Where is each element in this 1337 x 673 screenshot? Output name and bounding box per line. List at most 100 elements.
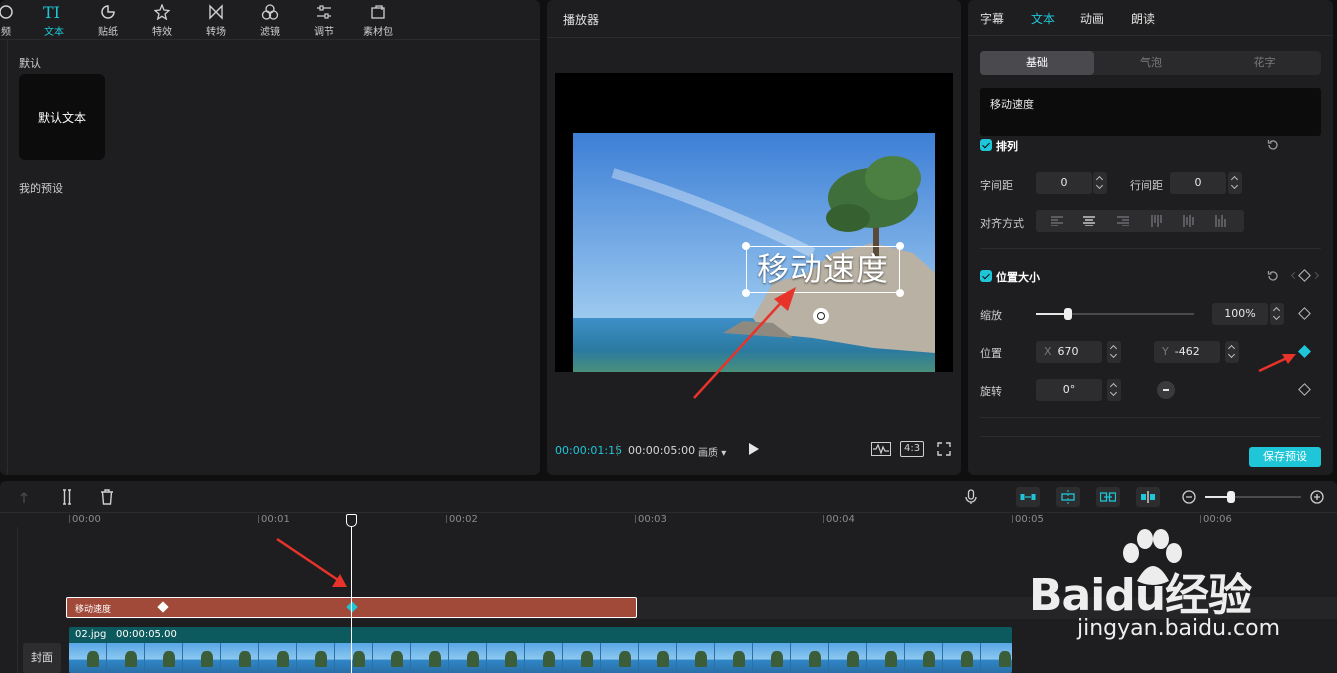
tool-transition[interactable]: 转场 [196,0,236,40]
scale-keyframe-icon[interactable] [1298,307,1311,320]
position-size-keyframe-icon[interactable] [1298,269,1311,282]
arrange-reset-icon[interactable] [1266,138,1280,152]
trash-icon [101,489,113,505]
tool-media[interactable]: 频 [0,0,26,40]
position-size-reset-icon[interactable] [1266,269,1280,283]
undo-button[interactable] [18,488,36,506]
scale-slider-knob[interactable] [1063,308,1072,320]
playhead[interactable] [351,521,352,673]
rotate-stepper[interactable] [1107,379,1121,401]
clip-keyframe-icon[interactable] [157,601,169,613]
position-size-checkbox[interactable] [980,270,992,282]
position-keyframe-active-icon[interactable] [1298,345,1311,358]
player-title: 播放器 [563,13,600,27]
segment-bubble[interactable]: 气泡 [1094,51,1208,75]
linkage-button[interactable] [1096,487,1120,507]
scale-input[interactable]: 100% [1212,303,1268,325]
total-time: 00:00:05:00 [628,444,696,457]
tool-effects[interactable]: 特效 [142,0,182,40]
arrange-checkbox[interactable] [980,139,992,151]
position-x-input[interactable]: X 670 [1036,341,1102,363]
auto-snap-button[interactable] [1056,487,1080,507]
letter-spacing-stepper[interactable] [1093,172,1107,194]
tab-read-aloud[interactable]: 朗读 [1131,10,1155,27]
snap-link-button[interactable] [1016,487,1040,507]
scale-stepper[interactable] [1270,303,1284,325]
fullscreen-button[interactable] [937,440,951,458]
rotate-input[interactable]: 0° [1036,379,1102,401]
line-spacing-stepper[interactable] [1228,172,1242,194]
tool-media-label: 频 [1,27,11,38]
timeline-toolbar [0,481,1337,513]
zoom-slider-knob[interactable] [1226,491,1235,503]
video-thumbnail [715,643,753,673]
text-content-input[interactable]: 移动速度 [980,88,1321,136]
segment-fancy-text[interactable]: 花字 [1208,51,1321,75]
video-thumbnail [335,643,373,673]
scale-slider[interactable] [1036,308,1194,320]
resize-handle-top-right[interactable] [896,242,904,250]
vertical-align-bottom-button[interactable] [1208,210,1234,232]
position-y-value: -462 [1174,345,1200,358]
clip-keyframe-active-icon[interactable] [346,601,358,613]
zoom-slider[interactable] [1205,491,1301,503]
video-thumbnail [69,643,107,673]
media-toolbar: 频 TI 文本 贴纸 特效 转场 滤镜 调节 素材包 [0,0,540,40]
video-clip[interactable]: 02.jpg 00:00:05.00 [69,627,1012,673]
tool-asset-pack-label: 素材包 [363,27,393,38]
tool-adjust[interactable]: 调节 [304,0,344,40]
align-right-button[interactable] [1110,210,1136,232]
resize-handle-bottom-right[interactable] [896,289,904,297]
scale-label: 缩放 [980,309,1002,322]
transition-icon [196,3,236,21]
tool-effects-label: 特效 [152,27,172,38]
video-thumbnail [639,643,677,673]
keyframe-next-icon[interactable] [1311,271,1320,280]
aspect-ratio-button[interactable]: 4:3 [900,440,925,458]
record-voice-button[interactable] [962,488,980,506]
waveform-button[interactable] [871,440,891,458]
keyframe-prev-icon[interactable] [1290,271,1299,280]
text-selection-box[interactable]: 移动速度 [742,242,904,297]
zoom-out-icon [1182,490,1196,504]
rotate-handle-icon[interactable] [813,308,829,324]
vertical-align-center-button[interactable] [1176,210,1202,232]
split-button[interactable] [58,488,76,506]
tool-filter[interactable]: 滤镜 [250,0,290,40]
time-ruler[interactable]: 00:00 00:01 00:02 00:03 00:04 00:05 00:0… [0,513,1337,527]
zoom-out-button[interactable] [1180,488,1198,506]
tool-text[interactable]: TI 文本 [34,0,74,40]
zoom-in-button[interactable] [1308,488,1326,506]
default-text-card[interactable]: 默认文本 [19,74,105,160]
player-header: 播放器 [547,0,961,38]
play-button[interactable] [748,442,760,456]
position-y-input[interactable]: Y -462 [1154,341,1220,363]
position-x-stepper[interactable] [1107,341,1121,363]
vertical-align-top-icon [1151,215,1162,227]
delete-button[interactable] [98,488,116,506]
tool-asset-pack[interactable]: 素材包 [358,0,398,40]
position-y-stepper[interactable] [1225,341,1239,363]
tool-sticker[interactable]: 贴纸 [88,0,128,40]
vertical-align-top-button[interactable] [1144,210,1170,232]
rotate-keyframe-icon[interactable] [1298,383,1311,396]
split-icon [63,489,71,505]
line-spacing-input[interactable]: 0 [1170,172,1226,194]
letter-spacing-input[interactable]: 0 [1036,172,1092,194]
quality-dropdown[interactable]: 画质 ▾ [698,444,726,459]
segment-basic[interactable]: 基础 [980,51,1094,75]
cover-button[interactable]: 封面 [23,643,61,673]
video-preview[interactable] [555,73,953,372]
vertical-align-bottom-icon [1215,215,1226,227]
align-center-button[interactable] [1076,210,1102,232]
tab-animation[interactable]: 动画 [1080,10,1104,27]
playhead-handle[interactable] [346,514,357,527]
tab-subtitle[interactable]: 字幕 [980,10,1004,27]
align-left-button[interactable] [1044,210,1070,232]
resize-handle-bottom-left[interactable] [742,289,750,297]
resize-handle-top-left[interactable] [742,242,750,250]
tab-text[interactable]: 文本 [1031,10,1055,27]
preview-axis-button[interactable] [1136,487,1160,507]
rotate-dial[interactable] [1157,381,1175,399]
save-preset-button[interactable]: 保存预设 [1249,447,1321,467]
